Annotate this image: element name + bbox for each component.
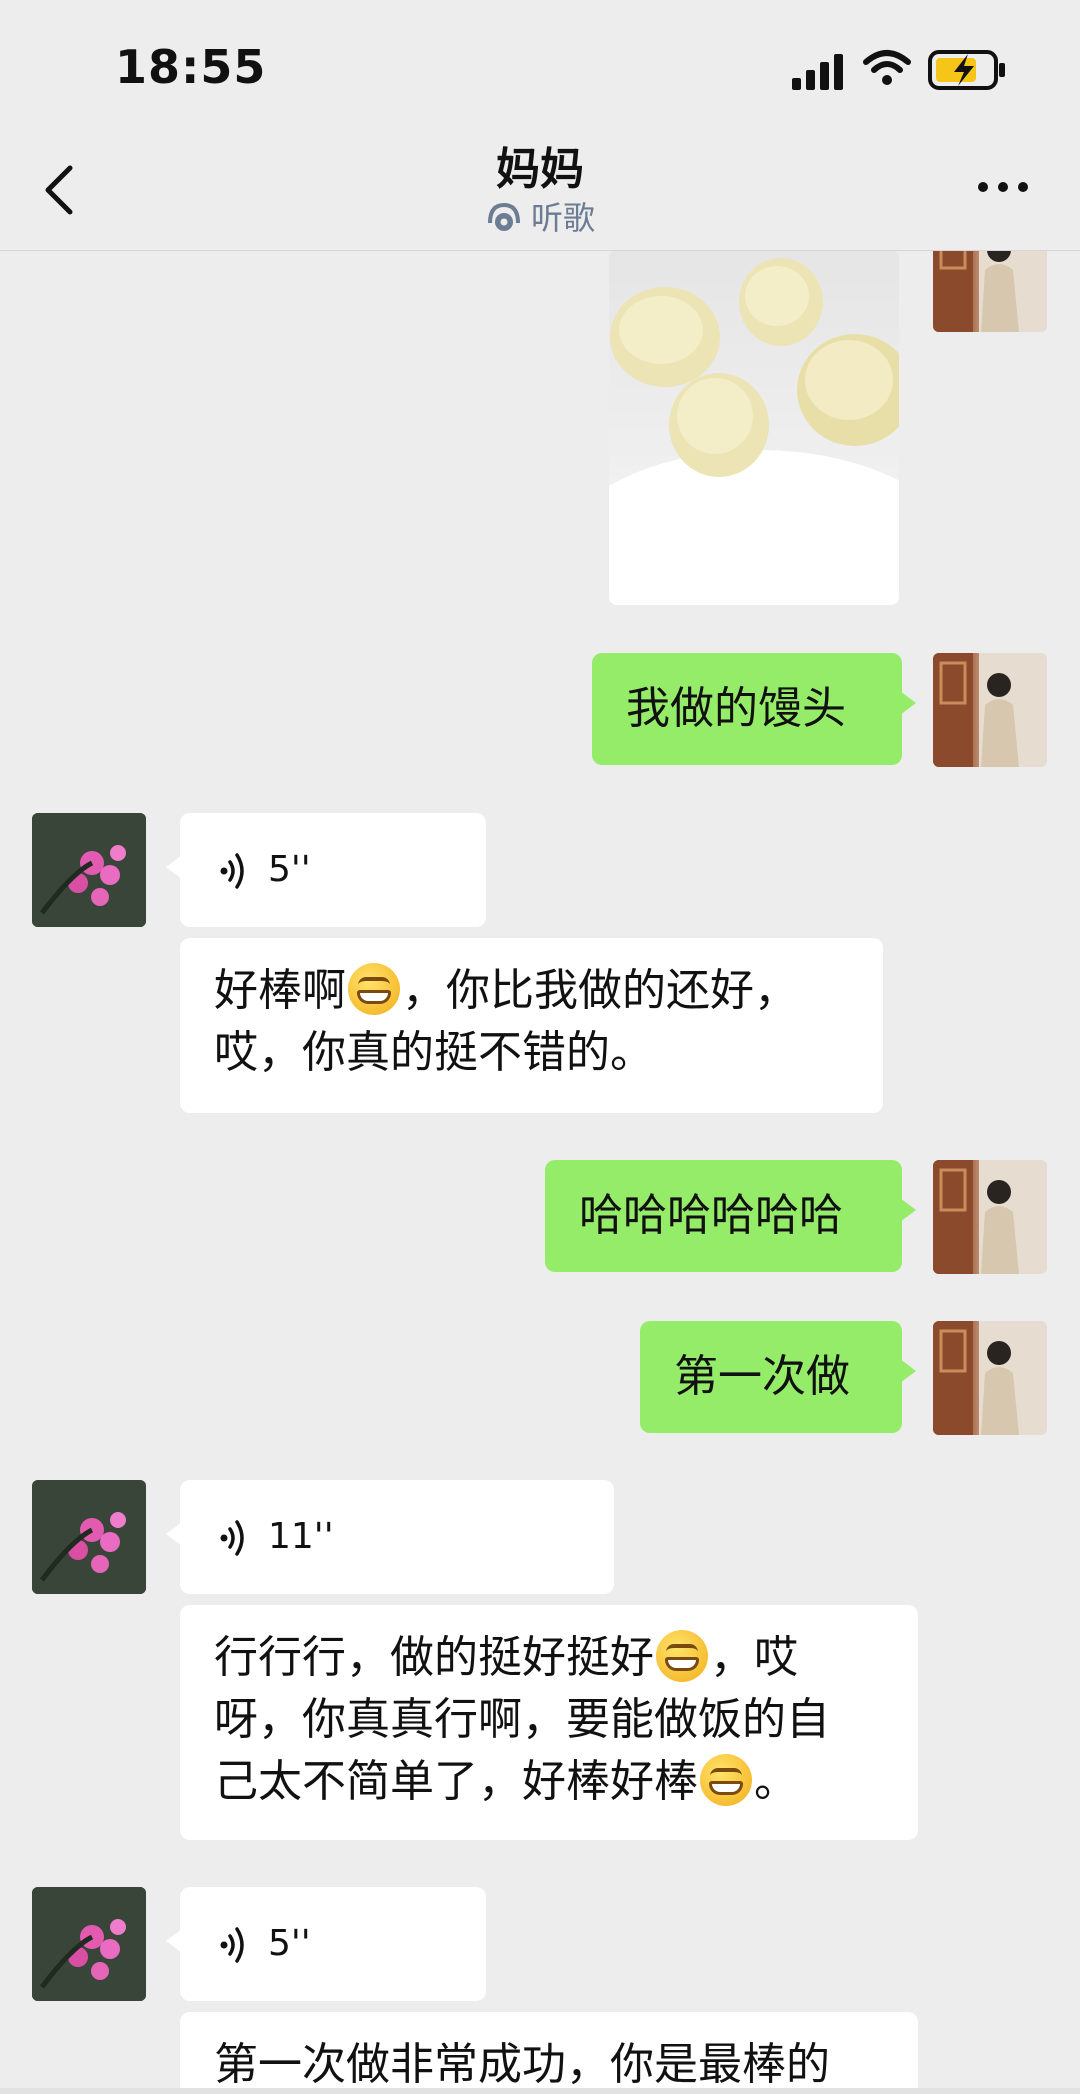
voice-duration: 11'' xyxy=(268,1516,334,1557)
subtitle-text: 听歌 xyxy=(530,199,595,237)
voice-wave-icon xyxy=(220,1520,244,1556)
contact-avatar[interactable] xyxy=(32,1887,146,2001)
message-text: 行行行，做的挺好挺好 ，哎 呀，你真真行啊，要能做饭的自 己太不简单了，好棒好棒 。 xyxy=(214,1627,884,1813)
avatar-image xyxy=(32,1480,146,1594)
voice-duration: 5'' xyxy=(268,849,311,890)
my-avatar[interactable] xyxy=(933,1321,1047,1435)
more-dots-icon[interactable] xyxy=(975,172,1031,202)
contact-avatar[interactable] xyxy=(32,1480,146,1594)
status-bar: 18:55 xyxy=(0,0,1080,140)
bottom-edge xyxy=(0,2088,1080,2094)
battery-charging-icon xyxy=(928,50,1005,90)
avatar-image xyxy=(32,1887,146,2001)
sent-message-bubble[interactable]: 哈哈哈哈哈哈 xyxy=(545,1160,916,1272)
buns-image xyxy=(609,258,899,605)
grinning-emoji-icon xyxy=(656,1630,708,1682)
message-text: 哈哈哈哈哈哈 xyxy=(579,1190,843,1241)
avatar-image xyxy=(933,1321,1047,1435)
message-text: 第一次做 xyxy=(674,1351,850,1402)
chat-header: 妈妈 听歌 xyxy=(0,140,1080,251)
message-text-part: 己太不简单了，好棒好棒 xyxy=(214,1756,698,1807)
voice-wave-icon xyxy=(220,1927,244,1963)
received-message-bubble[interactable]: 行行行，做的挺好挺好 ，哎 呀，你真真行啊，要能做饭的自 己太不简单了，好棒好棒 。 xyxy=(180,1605,918,1840)
message-text-part: 哎，你真的挺不错的。 xyxy=(214,1027,654,1078)
chat-title: 妈妈 xyxy=(496,144,584,195)
steamed-buns-photo[interactable] xyxy=(609,250,899,605)
voice-wave-icon xyxy=(220,853,244,889)
message-text-part: 行行行，做的挺好挺好 xyxy=(214,1632,654,1683)
message-text: 我做的馒头 xyxy=(626,683,846,734)
contact-avatar[interactable] xyxy=(32,813,146,927)
sent-message-bubble[interactable]: 第一次做 xyxy=(640,1321,916,1433)
message-text: 好棒啊 ，你比我做的还好， 哎，你真的挺不错的。 xyxy=(214,960,849,1084)
my-avatar[interactable] xyxy=(933,1160,1047,1274)
message-text-part: 。 xyxy=(754,1756,798,1807)
voice-message-bubble[interactable]: 11'' xyxy=(166,1480,614,1594)
message-text-part: 好棒啊 xyxy=(214,965,346,1016)
avatar-image xyxy=(933,653,1047,767)
my-avatar[interactable] xyxy=(933,653,1047,767)
sent-message-bubble[interactable]: 我做的馒头 xyxy=(592,653,916,765)
message-text-part: ，哎 xyxy=(710,1632,798,1683)
signal-icon xyxy=(792,54,843,90)
voice-message-bubble[interactable]: 5'' xyxy=(166,1887,486,2001)
message-text-part: ，你比我做的还好， xyxy=(402,965,798,1016)
grinning-emoji-icon xyxy=(700,1754,752,1806)
headphones-icon xyxy=(487,202,520,231)
voice-message-bubble[interactable]: 5'' xyxy=(166,813,486,927)
avatar-image xyxy=(933,1160,1047,1274)
message-text-part: 呀，你真真行啊，要能做饭的自 xyxy=(214,1694,830,1745)
status-time: 18:55 xyxy=(115,40,267,94)
voice-duration: 5'' xyxy=(268,1923,311,1964)
wifi-icon xyxy=(863,50,911,85)
grinning-emoji-icon xyxy=(348,963,400,1015)
chat-subtitle[interactable]: 听歌 xyxy=(0,198,1080,238)
received-message-bubble[interactable]: 第一次做非常成功，你是最棒的 xyxy=(180,2012,918,2094)
message-text: 第一次做非常成功，你是最棒的 xyxy=(214,2039,830,2090)
avatar-image xyxy=(32,813,146,927)
received-message-bubble[interactable]: 好棒啊 ，你比我做的还好， 哎，你真的挺不错的。 xyxy=(180,938,883,1113)
